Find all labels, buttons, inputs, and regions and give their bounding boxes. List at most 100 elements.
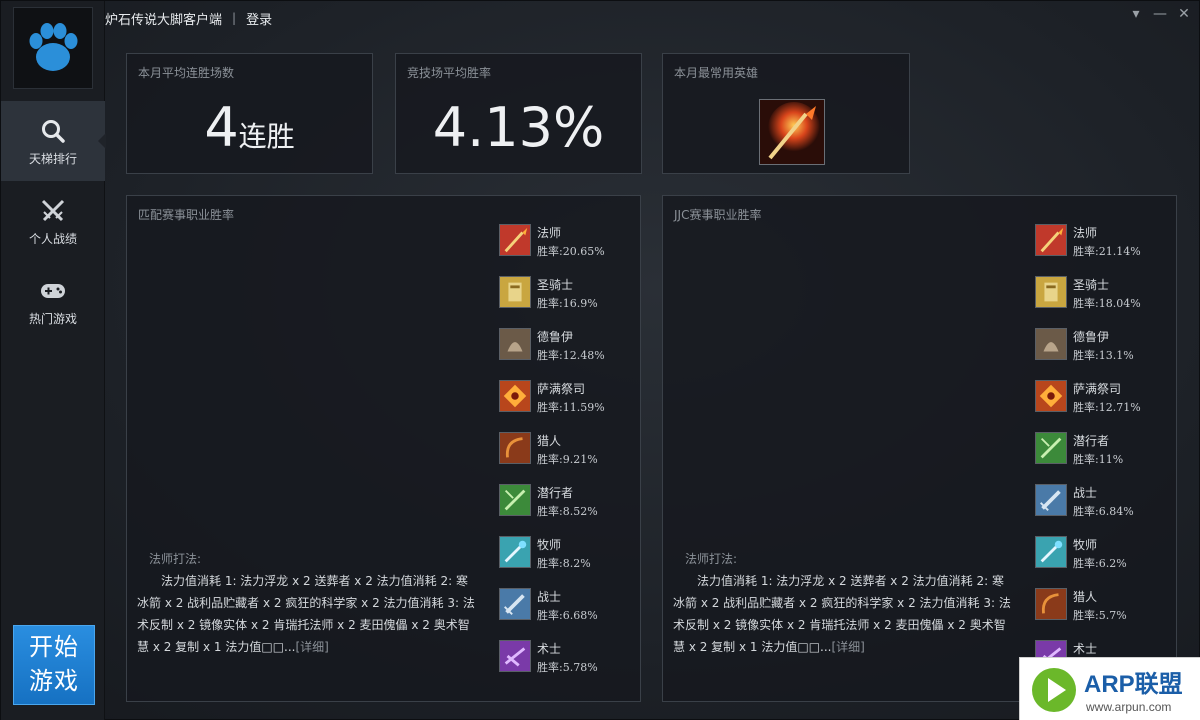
start-game-line2: 游戏 (29, 667, 79, 695)
win-streak-panel: 本月平均连胜场数 4连胜 (126, 53, 373, 174)
start-game-line1: 开始 (29, 633, 79, 661)
win-streak-suffix: 连胜 (238, 120, 295, 153)
class-row[interactable]: 潜行者胜率:8.52% (499, 484, 639, 536)
arena-rate-label: 竞技场平均胜率 (407, 66, 492, 80)
mage-icon (499, 224, 531, 256)
class-row[interactable]: 法师 胜率:20.65% (499, 224, 639, 276)
start-game-button[interactable]: 开始 游戏 (13, 625, 95, 705)
arena-rate-panel: 竞技场平均胜率 4.13% (395, 53, 642, 174)
jjc-strategy: 法师打法: 法力值消耗 1: 法力浮龙 x 2 送葬者 x 2 法力值消耗 2:… (673, 548, 1013, 658)
shaman-icon (1035, 380, 1067, 412)
warrior-icon (1035, 484, 1067, 516)
jjc-more-link[interactable]: [详细] (831, 640, 864, 654)
class-row[interactable]: 德鲁伊 胜率:12.48% (499, 328, 639, 380)
class-name: 战士 (1073, 486, 1098, 500)
class-row[interactable]: 牧师 胜率:6.2% (1035, 536, 1175, 588)
rogue-icon (1035, 432, 1067, 464)
match-panel-title: 匹配赛事职业胜率 (138, 208, 235, 222)
close-icon[interactable]: ✕ (1177, 7, 1191, 21)
win-streak-number: 4 (204, 96, 239, 159)
play-logo-icon (1032, 668, 1076, 712)
rogue-icon (499, 484, 531, 516)
top-hero-label: 本月最常用英雄 (674, 66, 759, 80)
title-separator: | (232, 11, 237, 25)
watermark-url: www.arpun.com (1086, 700, 1172, 714)
hunter-icon (499, 432, 531, 464)
class-row[interactable]: 法师 胜率:21.14% (1035, 224, 1175, 276)
class-win-rate: 胜率:6.68% (537, 609, 598, 622)
class-row[interactable]: 萨满祭司胜率:11.59% (499, 380, 639, 432)
class-win-rate: 胜率:8.52% (537, 505, 598, 518)
menu-dropdown-icon[interactable]: ▾ (1129, 7, 1143, 21)
mage-hero-icon[interactable] (759, 99, 825, 165)
class-row[interactable]: 猎人胜率:9.21% (499, 432, 639, 484)
jjc-panel-title: JJC赛事职业胜率 (674, 208, 762, 222)
priest-icon (1035, 536, 1067, 568)
class-name: 术士 (1073, 642, 1098, 656)
class-win-rate: 胜率:16.9% (537, 297, 598, 310)
class-name: 法师 (537, 226, 562, 240)
class-name: 猎人 (537, 434, 562, 448)
win-streak-value: 4连胜 (127, 96, 372, 159)
class-name: 术士 (537, 642, 562, 656)
class-row[interactable]: 德鲁伊 胜率:13.1% (1035, 328, 1175, 380)
class-name: 牧师 (537, 538, 562, 552)
crossed-swords-icon (40, 196, 66, 226)
druid-icon (499, 328, 531, 360)
class-row[interactable]: 萨满祭司胜率:12.71% (1035, 380, 1175, 432)
class-name: 潜行者 (537, 486, 574, 500)
class-name: 圣骑士 (1073, 278, 1110, 292)
class-name: 潜行者 (1073, 434, 1110, 448)
class-name: 德鲁伊 (537, 330, 574, 344)
class-win-rate: 胜率:18.04% (1073, 297, 1141, 310)
class-win-rate: 胜率:11% (1073, 453, 1124, 466)
sidebar-item-label: 天梯排行 (28, 151, 77, 166)
paladin-icon (499, 276, 531, 308)
sidebar-item-ladder[interactable]: 天梯排行 (1, 101, 106, 181)
sidebar-item-hot-games[interactable]: 热门游戏 (1, 261, 105, 341)
class-name: 法师 (1073, 226, 1098, 240)
class-name: 猎人 (1073, 590, 1098, 604)
warrior-icon (499, 588, 531, 620)
search-icon (40, 116, 66, 146)
jjc-strategy-body: 法力值消耗 1: 法力浮龙 x 2 送葬者 x 2 法力值消耗 2: 寒冰箭 x… (673, 570, 1013, 658)
hunter-icon (1035, 588, 1067, 620)
class-win-rate: 胜率:5.7% (1073, 609, 1127, 622)
class-row[interactable]: 圣骑士 胜率:16.9% (499, 276, 639, 328)
class-win-rate: 胜率:6.84% (1073, 505, 1134, 518)
class-name: 战士 (537, 590, 562, 604)
class-win-rate: 胜率:11.59% (537, 401, 605, 414)
class-row[interactable]: 潜行者胜率:11% (1035, 432, 1175, 484)
class-row[interactable]: 圣骑士胜率:18.04% (1035, 276, 1175, 328)
class-row[interactable]: 术士胜率:5.78% (499, 640, 639, 692)
match-class-list: 法师 胜率:20.65% 圣骑士 胜率:16.9% 德鲁伊 胜率:12.48% 萨满祭司 胜率… (499, 224, 639, 692)
arena-rate-number: 4.13% (432, 96, 605, 159)
match-class-panel: 匹配赛事职业胜率 法师 胜率:20.65% 圣骑士 胜率:16.9% 德鲁伊 胜率:12.… (126, 195, 641, 702)
class-win-rate: 胜率:8.2% (537, 557, 591, 570)
match-strategy: 法师打法: 法力值消耗 1: 法力浮龙 x 2 送葬者 x 2 法力值消耗 2:… (137, 548, 477, 658)
app-window: 天梯排行 个人战绩 热门游戏 开始 游戏 炉石传说大脚客户端 | 登录 ▾ — … (0, 0, 1200, 720)
watermark-brand: ARP联盟 (1084, 671, 1183, 698)
window-controls: ▾ — ✕ (1129, 7, 1191, 21)
class-win-rate: 胜率:9.21% (537, 453, 598, 466)
class-row[interactable]: 战士胜率:6.84% (1035, 484, 1175, 536)
paw-logo-icon (13, 7, 93, 89)
minimize-icon[interactable]: — (1153, 7, 1167, 21)
class-row[interactable]: 牧师胜率:8.2% (499, 536, 639, 588)
jjc-class-panel: JJC赛事职业胜率 法师 胜率:21.14% 圣骑士 胜率:18.04% 德鲁伊 胜率:1… (662, 195, 1177, 702)
jjc-strategy-title: 法师打法: (685, 552, 738, 566)
sidebar-item-label: 个人战绩 (28, 231, 77, 246)
class-row[interactable]: 战士胜率:6.68% (499, 588, 639, 640)
class-row[interactable]: 猎人胜率:5.7% (1035, 588, 1175, 640)
match-strategy-body: 法力值消耗 1: 法力浮龙 x 2 送葬者 x 2 法力值消耗 2: 寒冰箭 x… (137, 570, 477, 658)
gamepad-icon (39, 276, 67, 306)
class-name: 萨满祭司 (537, 382, 586, 396)
login-link[interactable]: 登录 (246, 9, 272, 28)
sidebar-item-personal-record[interactable]: 个人战绩 (1, 181, 105, 261)
class-win-rate: 胜率:6.2% (1073, 557, 1127, 570)
match-more-link[interactable]: [详细] (295, 640, 328, 654)
class-win-rate: 胜率:12.71% (1073, 401, 1141, 414)
arp-watermark-logo: ARP联盟 www.arpun.com (1019, 657, 1200, 720)
sidebar-item-label: 热门游戏 (28, 311, 77, 326)
class-name: 萨满祭司 (1073, 382, 1122, 396)
